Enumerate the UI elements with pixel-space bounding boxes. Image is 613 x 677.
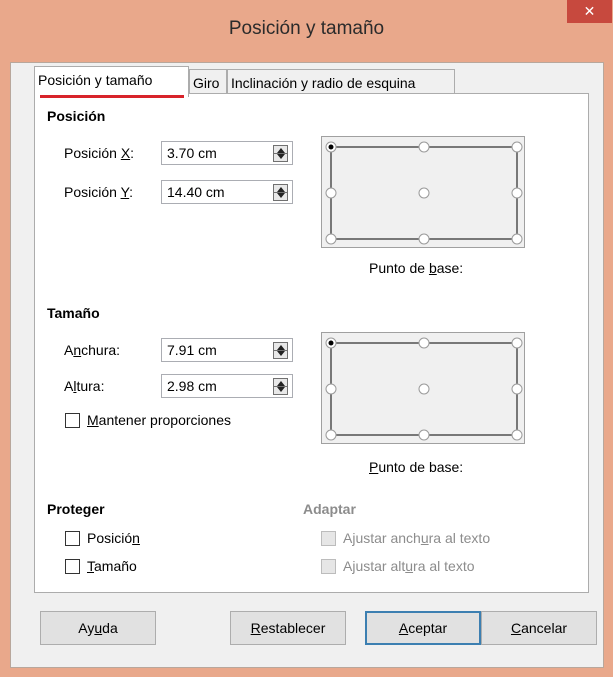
position-base-point-label: Punto de base:: [369, 260, 464, 276]
tab-rotation[interactable]: Giro: [189, 69, 227, 95]
base-point-bottom-center: [418, 429, 430, 441]
position-x-spinbox[interactable]: 3.70 cm: [161, 141, 293, 165]
height-spinbox[interactable]: 2.98 cm: [161, 374, 293, 398]
close-icon: ✕: [583, 3, 596, 19]
tab-label: Posición y tamaño: [38, 72, 153, 88]
base-point-middle-right: [511, 383, 523, 395]
fit-height-checkbox: [321, 559, 336, 574]
base-point-bottom-left: [325, 429, 337, 441]
tab-panel: Posición Posición X: 3.70 cm Posición Y:…: [34, 93, 589, 593]
keep-ratio-label[interactable]: Mantener proporciones: [87, 412, 231, 428]
fit-width-label: Ajustar anchura al texto: [343, 530, 491, 546]
arrow-down-icon: [277, 154, 285, 159]
base-point-bottom-center: [418, 233, 430, 245]
base-point-bottom-right: [511, 429, 523, 441]
width-label: Anchura:: [64, 342, 121, 358]
fit-width-checkbox: [321, 531, 336, 546]
tab-active-indicator: [40, 95, 184, 98]
reset-button[interactable]: Restablecer: [230, 611, 346, 645]
base-point-top-right: [511, 337, 523, 349]
tab-label: Inclinación y radio de esquina: [231, 75, 416, 91]
tab-slant-corner-radius[interactable]: Inclinación y radio de esquina: [227, 69, 455, 95]
protect-position-checkbox[interactable]: [65, 531, 80, 546]
base-point-grid[interactable]: [322, 137, 526, 249]
arrow-down-icon: [277, 351, 285, 356]
protect-section-title: Proteger: [47, 501, 105, 517]
base-point-top-center: [418, 141, 430, 153]
keep-ratio-checkbox[interactable]: [65, 413, 80, 428]
position-x-stepper[interactable]: [273, 145, 288, 162]
position-y-stepper[interactable]: [273, 184, 288, 201]
close-button[interactable]: ✕: [567, 0, 612, 23]
base-point-top-right: [511, 141, 523, 153]
size-section-title: Tamaño: [47, 305, 100, 321]
protect-size-label[interactable]: Tamaño: [87, 558, 137, 574]
position-y-value: 14.40 cm: [167, 184, 225, 200]
dialog-client: Posición y tamaño Giro Inclinación y rad…: [10, 62, 604, 668]
arrow-down-icon: [277, 387, 285, 392]
base-point-middle-left: [325, 383, 337, 395]
base-point-grid[interactable]: [322, 333, 526, 445]
adapt-section-title: Adaptar: [303, 501, 356, 517]
width-value: 7.91 cm: [167, 342, 217, 358]
position-y-spinbox[interactable]: 14.40 cm: [161, 180, 293, 204]
protect-size-checkbox[interactable]: [65, 559, 80, 574]
tab-label: Giro: [193, 75, 220, 91]
size-base-point-control[interactable]: [321, 332, 525, 444]
cancel-button[interactable]: Cancelar: [481, 611, 597, 645]
ok-button[interactable]: Aceptar: [365, 611, 481, 645]
selected-point-dot: [328, 144, 334, 150]
base-point-center: [418, 187, 430, 199]
position-y-label: Posición Y:: [64, 184, 134, 200]
base-point-top-center: [418, 337, 430, 349]
height-stepper[interactable]: [273, 378, 288, 395]
protect-position-label[interactable]: Posición: [87, 530, 140, 546]
dialog-window: Posición y tamaño ✕ Posición y tamaño Gi…: [0, 0, 613, 677]
height-label: Altura:: [64, 378, 105, 394]
fit-height-label: Ajustar altura al texto: [343, 558, 475, 574]
position-base-point-control[interactable]: [321, 136, 525, 248]
base-point-bottom-right: [511, 233, 523, 245]
selected-point-dot: [328, 340, 334, 346]
height-value: 2.98 cm: [167, 378, 217, 394]
width-spinbox[interactable]: 7.91 cm: [161, 338, 293, 362]
tab-position-size[interactable]: Posición y tamaño: [34, 66, 189, 98]
position-x-label: Posición X:: [64, 145, 135, 161]
base-point-bottom-left: [325, 233, 337, 245]
help-button[interactable]: Ayuda: [40, 611, 156, 645]
width-stepper[interactable]: [273, 342, 288, 359]
position-x-value: 3.70 cm: [167, 145, 217, 161]
title-bar[interactable]: Posición y tamaño ✕: [0, 0, 613, 62]
window-title: Posición y tamaño: [228, 18, 385, 39]
base-point-middle-right: [511, 187, 523, 199]
arrow-down-icon: [277, 193, 285, 198]
base-point-center: [418, 383, 430, 395]
size-base-point-label: Punto de base:: [369, 459, 464, 475]
base-point-middle-left: [325, 187, 337, 199]
position-section-title: Posición: [47, 108, 106, 124]
